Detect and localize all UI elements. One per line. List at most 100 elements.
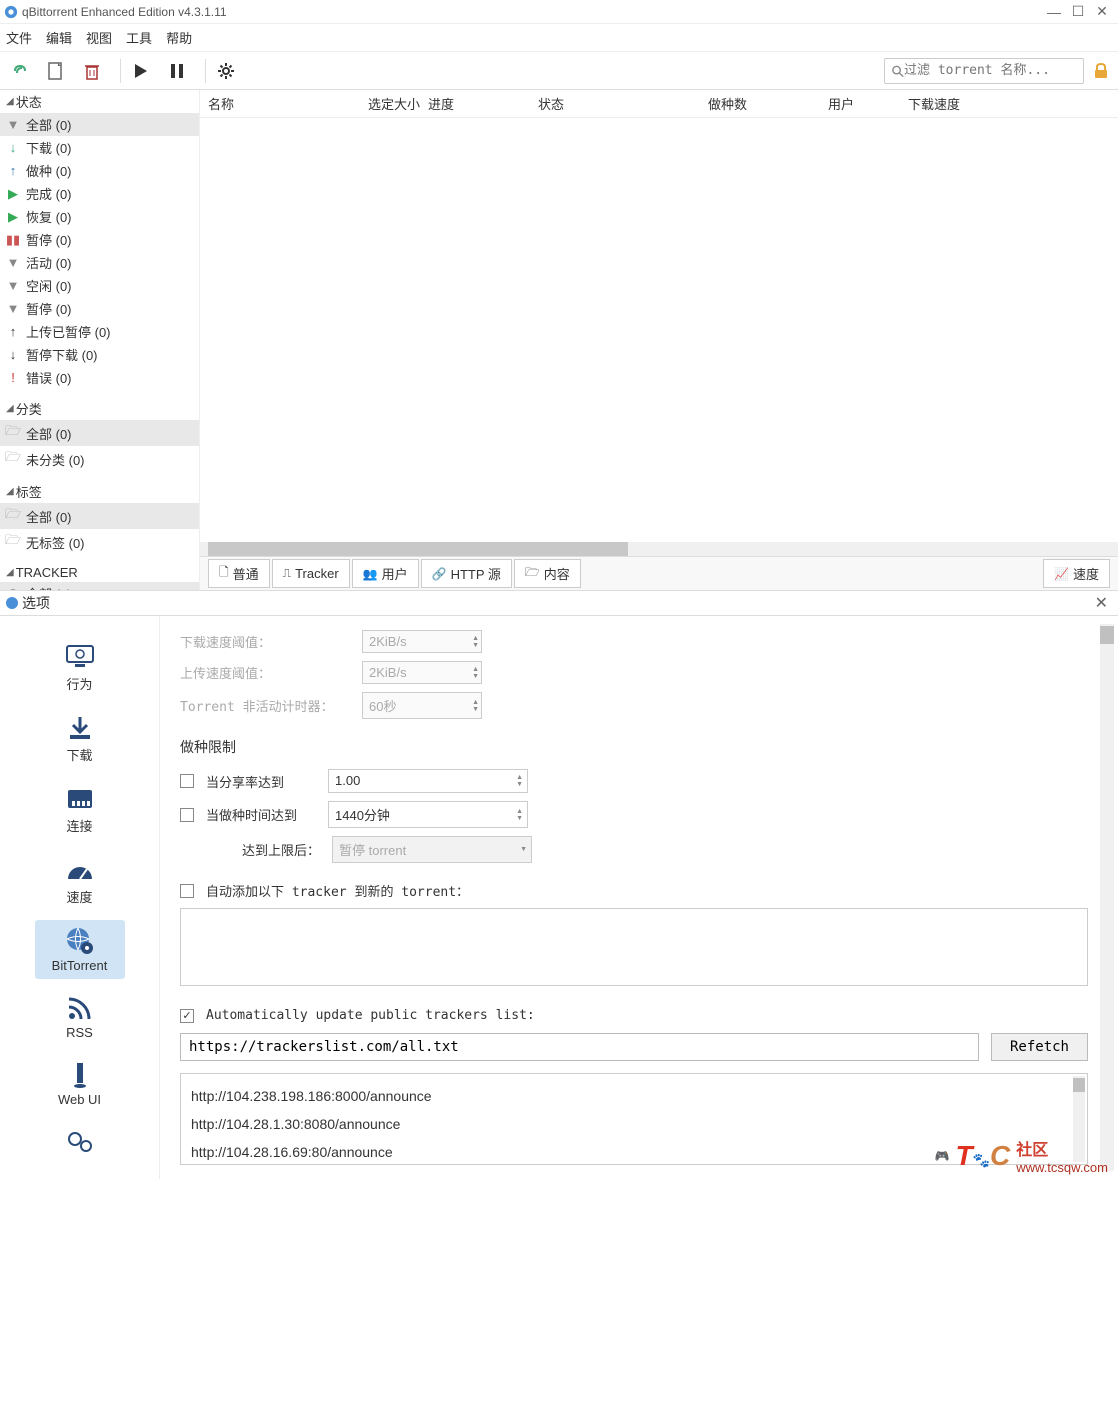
col-status[interactable]: 状态 (538, 94, 708, 113)
auto-add-tracker-checkbox[interactable] (180, 884, 194, 898)
tag-untagged[interactable]: 🗁无标签 (0) (0, 529, 199, 555)
auto-update-checkbox[interactable] (180, 1009, 194, 1023)
search-icon (891, 64, 904, 78)
filter-icon: ▼ (6, 117, 20, 132)
tracker-textarea[interactable] (180, 908, 1088, 986)
menu-tools[interactable]: 工具 (126, 28, 152, 47)
app-icon (4, 5, 18, 19)
filter-all[interactable]: ▼全部 (0) (0, 113, 199, 136)
column-headers: 名称 选定大小 进度 状态 做种数 用户 下载速度 (200, 90, 1118, 118)
filter-stalled[interactable]: ▼暂停 (0) (0, 297, 199, 320)
opt-connection[interactable]: 连接 (35, 778, 125, 841)
add-file-button[interactable] (42, 57, 70, 85)
tab-peers[interactable]: 👥用户 (352, 559, 419, 588)
tags-group-header[interactable]: ◢标签 (0, 480, 199, 503)
col-size[interactable]: 选定大小 (368, 94, 428, 113)
col-progress[interactable]: 进度 (428, 94, 538, 113)
close-button[interactable]: ✕ (1090, 3, 1114, 20)
folder-icon: 🗁 (525, 563, 540, 584)
filter-sidebar: ◢状态 ▼全部 (0) ↓下载 (0) ↑做种 (0) ▶完成 (0) ▶恢复 … (0, 90, 200, 590)
tab-speed[interactable]: 📈速度 (1043, 559, 1110, 588)
opt-advanced[interactable] (35, 1121, 125, 1163)
tab-http[interactable]: 🔗HTTP 源 (421, 559, 512, 588)
refetch-button[interactable]: Refetch (991, 1033, 1088, 1061)
share-ratio-checkbox[interactable] (180, 774, 194, 788)
menu-help[interactable]: 帮助 (166, 28, 192, 47)
menu-edit[interactable]: 编辑 (46, 28, 72, 47)
filter-downloading[interactable]: ↓下载 (0) (0, 136, 199, 159)
globe-gear-icon (65, 926, 95, 956)
upload-arrow-icon: ↑ (6, 324, 20, 339)
category-group-header[interactable]: ◢分类 (0, 397, 199, 420)
tracker-all[interactable]: ⎍全部 (0) (0, 582, 199, 590)
delete-button[interactable] (78, 57, 106, 85)
filter-seeding[interactable]: ↑做种 (0) (0, 159, 199, 182)
add-link-button[interactable] (6, 57, 34, 85)
info-icon: 🗋 (219, 563, 229, 584)
filter-inactive[interactable]: ▼空闲 (0) (0, 274, 199, 297)
opt-behavior[interactable]: 行为 (35, 636, 125, 699)
pause-button[interactable] (163, 57, 191, 85)
options-close-button[interactable]: ✕ (1089, 593, 1114, 613)
inactive-timer-input[interactable]: 60秒▲▼ (362, 692, 482, 719)
horizontal-scrollbar[interactable] (200, 542, 1118, 556)
torrent-list[interactable] (200, 118, 1118, 542)
tab-content[interactable]: 🗁内容 (514, 559, 581, 588)
filter-completed[interactable]: ▶完成 (0) (0, 182, 199, 205)
tracker-group-header[interactable]: ◢TRACKER (0, 563, 199, 582)
ul-threshold-input[interactable]: 2KiB/s▲▼ (362, 661, 482, 684)
tracker-url-item: http://104.28.1.30:8080/announce (191, 1110, 1077, 1138)
col-dlspeed[interactable]: 下载速度 (908, 94, 960, 113)
filter-errored[interactable]: !错误 (0) (0, 366, 199, 389)
filter-icon: ▼ (6, 278, 20, 293)
col-name[interactable]: 名称 (208, 94, 368, 113)
users-icon: 👥 (363, 567, 378, 581)
opt-webui[interactable]: Web UI (35, 1054, 125, 1113)
menu-file[interactable]: 文件 (6, 28, 32, 47)
opt-rss[interactable]: RSS (35, 987, 125, 1046)
filter-active[interactable]: ▼活动 (0) (0, 251, 199, 274)
error-icon: ! (6, 370, 20, 385)
share-ratio-input[interactable]: 1.00▲▼ (328, 769, 528, 793)
status-group-header[interactable]: ◢状态 (0, 90, 199, 113)
gauge-icon (65, 855, 95, 885)
vertical-scrollbar[interactable] (1100, 624, 1114, 1171)
opt-bittorrent[interactable]: BitTorrent (35, 920, 125, 979)
filter-stalled-down[interactable]: ↓暂停下载 (0) (0, 343, 199, 366)
menu-view[interactable]: 视图 (86, 28, 112, 47)
lock-icon[interactable] (1090, 60, 1112, 82)
tab-tracker[interactable]: ⎍Tracker (272, 559, 350, 588)
dl-threshold-input[interactable]: 2KiB/s▲▼ (362, 630, 482, 653)
filter-stalled-up[interactable]: ↑上传已暂停 (0) (0, 320, 199, 343)
category-uncategorized[interactable]: 🗁未分类 (0) (0, 446, 199, 472)
col-seeds[interactable]: 做种数 (708, 94, 828, 113)
ethernet-icon (65, 784, 95, 814)
reach-limit-select[interactable]: 暂停 torrent▼ (332, 836, 532, 863)
category-all[interactable]: 🗁全部 (0) (0, 420, 199, 446)
settings-button[interactable] (212, 57, 240, 85)
search-input[interactable] (904, 63, 1077, 78)
seed-time-input[interactable]: 1440分钟▲▼ (328, 801, 528, 828)
resume-button[interactable] (127, 57, 155, 85)
folder-icon: 🗁 (6, 422, 20, 444)
toolbar-separator (120, 59, 121, 83)
opt-speed[interactable]: 速度 (35, 849, 125, 912)
play-icon: ▶ (6, 209, 20, 225)
maximize-button[interactable]: ☐ (1066, 3, 1090, 20)
options-title: 选项 (22, 593, 1089, 613)
toolbar (0, 52, 1118, 90)
folder-icon: 🗁 (6, 448, 20, 470)
filter-paused[interactable]: ▮▮暂停 (0) (0, 228, 199, 251)
share-ratio-label: 当分享率达到 (206, 772, 316, 791)
filter-resumed[interactable]: ▶恢复 (0) (0, 205, 199, 228)
folder-icon: 🗁 (6, 505, 20, 527)
opt-downloads[interactable]: 下载 (35, 707, 125, 770)
col-peers[interactable]: 用户 (828, 94, 908, 113)
tab-general[interactable]: 🗋普通 (208, 559, 270, 588)
tracker-url-input[interactable] (180, 1033, 979, 1061)
search-box[interactable] (884, 58, 1084, 84)
tag-all[interactable]: 🗁全部 (0) (0, 503, 199, 529)
mascot-icon: 🎮 (935, 1149, 950, 1163)
seed-time-checkbox[interactable] (180, 808, 194, 822)
minimize-button[interactable]: — (1042, 4, 1066, 20)
